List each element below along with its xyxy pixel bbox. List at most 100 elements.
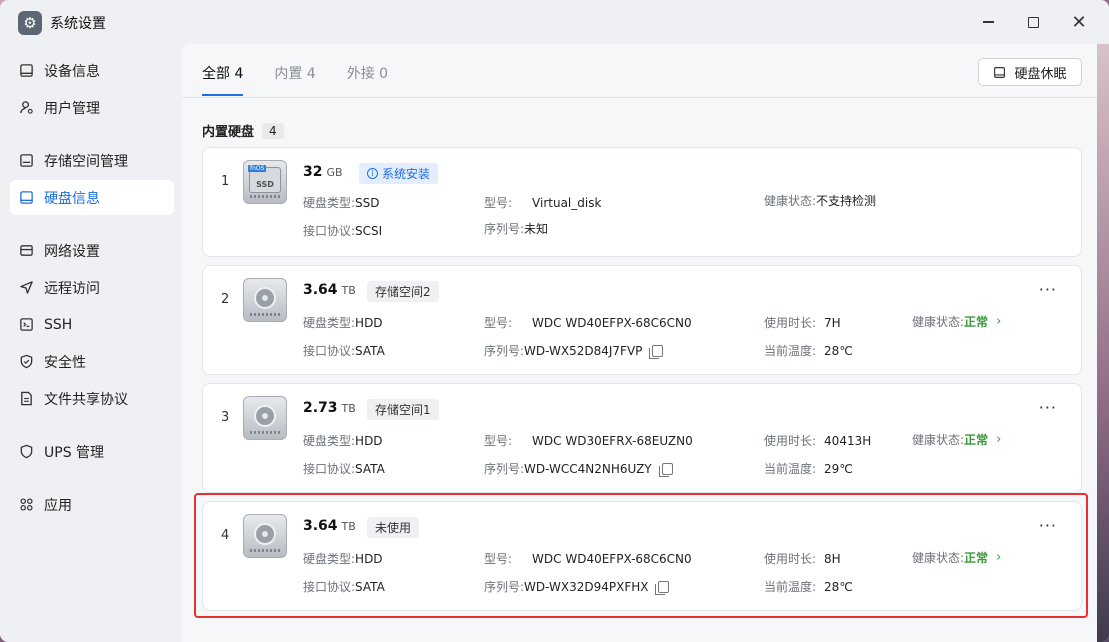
window-title: 系统设置 (50, 16, 106, 32)
disk-size-value: 32 (303, 164, 323, 180)
disk-model: 型号: Virtual_disk (484, 194, 601, 211)
sidebar-item-apps[interactable]: 应用 (10, 487, 174, 522)
field-value: WDC WD40EFPX-68C6CN0 (532, 315, 692, 330)
copy-icon[interactable] (658, 462, 673, 477)
sidebar-item-ssh[interactable]: SSH (10, 307, 174, 342)
disk-health[interactable]: 健康状态: 正常 › (912, 431, 1001, 448)
disk-card-1[interactable]: 1 SSD fnOS 32 GB i 系统安装 硬盘类型: SSD 型号: Virtua… (202, 147, 1082, 257)
minimize-icon (982, 21, 994, 23)
field-label: 序列号: (484, 222, 525, 236)
field-value: 40413H (824, 433, 872, 448)
sidebar-item-label: 安全性 (44, 354, 86, 371)
sidebar-item-label: 应用 (44, 497, 72, 514)
sidebar-item-security[interactable]: 安全性 (10, 344, 174, 379)
field-value: SSD (355, 195, 380, 210)
disk-health[interactable]: 健康状态: 正常 › (912, 313, 1001, 330)
disk-temperature: 当前温度: 28℃ (764, 578, 853, 595)
tab-internal[interactable]: 内置 4 (274, 58, 315, 96)
sidebar-item-storage[interactable]: 存储空间管理 (10, 143, 174, 178)
field-value: HDD (355, 315, 383, 330)
field-label: 接口协议: (303, 224, 356, 238)
disk-index: 2 (221, 292, 230, 307)
disk-interface: 接口协议: SATA (303, 342, 385, 359)
disk-serial: 序列号: WD-WX32D94PXFHX (484, 578, 670, 595)
disk-size: 3.64 TB (303, 282, 356, 298)
field-label: 使用时长: (764, 552, 817, 566)
field-label: 使用时长: (764, 316, 817, 330)
chevron-right-icon: › (996, 432, 1002, 447)
hdd-icon (243, 278, 287, 322)
field-value: SATA (355, 579, 385, 594)
health-status: 正常 (964, 315, 989, 329)
disk-type: 硬盘类型: HDD (303, 314, 383, 331)
field-value: 29℃ (824, 461, 853, 476)
sidebar-item-disk-info[interactable]: 硬盘信息 (10, 180, 174, 215)
terminal-icon (18, 317, 34, 333)
field-value: WDC WD30EFRX-68EUZN0 (532, 433, 693, 448)
disk-type: 硬盘类型: HDD (303, 550, 383, 567)
disk-icon (994, 66, 1006, 78)
disk-size-value: 3.64 (303, 282, 338, 298)
ups-icon (18, 444, 34, 460)
field-value: 未知 (524, 222, 549, 236)
tab-all[interactable]: 全部 4 (202, 58, 244, 96)
disk-serial: 序列号: 未知 (484, 220, 548, 237)
gear-icon: ⚙ (18, 11, 42, 35)
field-label: 使用时长: (764, 434, 817, 448)
disk-interface: 接口协议: SATA (303, 460, 385, 477)
more-options-icon[interactable]: ··· (1039, 398, 1057, 417)
disk-health[interactable]: 健康状态: 正常 › (912, 549, 1001, 566)
disk-sleep-label: 硬盘休眠 (1014, 66, 1067, 82)
more-options-icon[interactable]: ··· (1039, 516, 1057, 535)
field-value: WD-WX32D94PXFHX (524, 579, 649, 594)
field-value: SATA (355, 343, 385, 358)
sidebar-item-network[interactable]: 网络设置 (10, 233, 174, 268)
sidebar-item-device-info[interactable]: 设备信息 (10, 53, 174, 88)
disk-temperature: 当前温度: 28℃ (764, 342, 853, 359)
field-value: HDD (355, 433, 383, 448)
maximize-button[interactable] (1021, 10, 1045, 34)
close-icon: ✕ (1071, 11, 1087, 33)
hdd-icon (243, 396, 287, 440)
sidebar-item-user-management[interactable]: 用户管理 (10, 90, 174, 125)
disk-uptime: 使用时长: 7H (764, 314, 841, 331)
sidebar-item-label: 网络设置 (44, 243, 100, 260)
health-status: 正常 (964, 433, 989, 447)
tab-external[interactable]: 外接 0 (347, 58, 388, 96)
main-panel: 全部 4 内置 4 外接 0 硬盘休眠 内置硬盘 4 1 SSD fnOS 32… (182, 44, 1097, 642)
disk-card-4[interactable]: 4 3.64 TB 未使用 ··· 硬盘类型: HDD 型号: WDC WD40EFP… (202, 501, 1082, 611)
field-label: 健康状态: (912, 433, 965, 447)
sidebar-item-remote-access[interactable]: 远程访问 (10, 270, 174, 305)
disk-size-unit: GB (326, 166, 343, 179)
disk-index: 3 (221, 410, 230, 425)
field-label: 型号: (484, 434, 513, 448)
storage-icon (18, 153, 34, 169)
count-badge: 4 (262, 122, 284, 139)
field-value: SATA (355, 461, 385, 476)
disk-size-unit: TB (341, 402, 356, 415)
sidebar-item-file-sharing[interactable]: 文件共享协议 (10, 381, 174, 416)
field-value: HDD (355, 551, 383, 566)
disk-model: 型号: WDC WD40EFPX-68C6CN0 (484, 314, 692, 331)
close-button[interactable]: ✕ (1067, 10, 1091, 34)
hdd-icon (243, 514, 287, 558)
disk-uptime: 使用时长: 40413H (764, 432, 871, 449)
remote-icon (18, 280, 34, 296)
field-label: 接口协议: (303, 462, 356, 476)
chevron-right-icon: › (996, 314, 1002, 329)
disk-card-2[interactable]: 2 3.64 TB 存储空间2 ··· 硬盘类型: HDD 型号: WDC WD40E… (202, 265, 1082, 375)
more-options-icon[interactable]: ··· (1039, 280, 1057, 299)
sidebar-item-label: 硬盘信息 (44, 190, 100, 207)
file-icon (18, 391, 34, 407)
field-label: 硬盘类型: (303, 552, 356, 566)
copy-icon[interactable] (649, 344, 664, 359)
disk-sleep-button[interactable]: 硬盘休眠 (978, 58, 1082, 86)
disk-card-3[interactable]: 3 2.73 TB 存储空间1 ··· 硬盘类型: HDD 型号: WDC WD30E… (202, 383, 1082, 493)
field-label: 接口协议: (303, 344, 356, 358)
device-icon (18, 63, 34, 79)
disk-index: 1 (221, 174, 230, 189)
field-label: 当前温度: (764, 462, 817, 476)
copy-icon[interactable] (655, 580, 670, 595)
minimize-button[interactable] (976, 10, 1000, 34)
sidebar-item-ups[interactable]: UPS 管理 (10, 434, 174, 469)
